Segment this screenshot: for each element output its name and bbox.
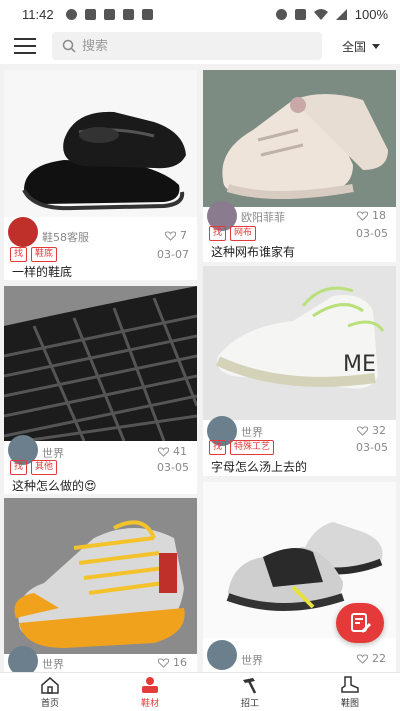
top-bar: 全国 <box>0 28 400 64</box>
post-image <box>4 70 197 217</box>
tag-badge[interactable]: 找 <box>209 226 227 241</box>
post-title: 这种网布谁家有 <box>211 245 296 259</box>
author-name[interactable]: 世界 <box>241 424 263 440</box>
like-count[interactable]: 18 <box>357 209 386 222</box>
feed-card[interactable]: 欧阳菲菲 18 找 网布 03-05 这种网布谁家有 <box>203 70 396 262</box>
search-input[interactable] <box>82 38 312 54</box>
like-count[interactable]: 16 <box>158 656 187 669</box>
author-name[interactable]: 鞋58客服 <box>42 229 89 245</box>
post-title: 这种怎么做的😍 <box>12 479 97 493</box>
tab-jobs[interactable]: 招工 <box>200 673 300 711</box>
post-image <box>4 286 197 441</box>
tiktok-icon <box>103 8 115 20</box>
heart-icon <box>158 657 169 668</box>
feed-card[interactable]: 世界 22 <box>203 482 396 672</box>
tiktok-icon-2 <box>122 8 134 20</box>
wifi-icon <box>313 8 328 20</box>
post-date: 03-07 <box>157 248 189 261</box>
tab-label: 招工 <box>240 698 259 709</box>
like-count[interactable]: 41 <box>158 445 187 458</box>
tag-badge[interactable]: 鞋底 <box>31 247 58 262</box>
notification-icons <box>65 8 153 20</box>
dnd-icon <box>275 8 287 20</box>
avatar[interactable] <box>8 217 38 247</box>
heart-icon <box>158 446 169 457</box>
bottom-tab-bar: 首页 鞋材 招工 鞋图 <box>0 672 400 711</box>
author-name[interactable]: 欧阳菲菲 <box>241 209 285 225</box>
search-box[interactable] <box>52 32 322 60</box>
region-label: 全国 <box>342 40 367 54</box>
chevron-down-icon <box>372 44 381 49</box>
feed-card[interactable]: 鞋58客服 7 找 鞋底 03-07 一样的鞋底 <box>4 70 197 280</box>
feed-card[interactable]: 世界 16 <box>4 498 197 672</box>
author-name[interactable]: 世界 <box>42 656 64 672</box>
like-count[interactable]: 7 <box>165 229 187 242</box>
boot-icon <box>341 675 359 693</box>
app-icon <box>141 8 153 20</box>
feed-card[interactable]: 世界 41 找 其他 03-05 这种怎么做的😍 <box>4 286 197 494</box>
heart-icon <box>165 230 176 241</box>
region-selector[interactable]: 全国 <box>342 38 381 55</box>
edit-note-icon <box>351 613 371 633</box>
avatar[interactable] <box>8 646 38 672</box>
tab-home[interactable]: 首页 <box>0 673 100 711</box>
tag-badge[interactable]: 网布 <box>230 226 257 241</box>
search-icon <box>62 39 76 53</box>
author-name[interactable]: 世界 <box>42 445 64 461</box>
tag-badge[interactable]: 找 <box>10 460 28 475</box>
message-icon <box>65 8 77 20</box>
post-image <box>203 70 396 207</box>
tab-label: 鞋图 <box>340 698 359 709</box>
post-title: 字母怎么汤上去的 <box>211 460 308 474</box>
post-image <box>4 498 197 654</box>
vibrate-icon <box>294 8 306 20</box>
post-date: 03-05 <box>356 441 388 454</box>
tab-label: 首页 <box>40 698 59 709</box>
battery-percent: 100% <box>354 6 388 22</box>
like-count[interactable]: 32 <box>357 424 386 437</box>
post-date: 03-05 <box>157 461 189 474</box>
heart-icon <box>357 425 368 436</box>
avatar[interactable] <box>207 640 237 670</box>
compose-button[interactable] <box>336 603 384 643</box>
tag-badge[interactable]: 其他 <box>31 460 58 475</box>
feed-card[interactable]: ME 世界 32 找 特殊工艺 03-05 字母怎么汤上去的 <box>203 266 396 476</box>
heart-icon <box>357 653 368 664</box>
tab-label: 鞋材 <box>140 698 159 709</box>
heart-icon <box>357 210 368 221</box>
mail-icon <box>84 8 96 20</box>
home-icon <box>41 676 59 694</box>
tag-badge[interactable]: 特殊工艺 <box>230 440 275 455</box>
tab-shoe-images[interactable]: 鞋图 <box>300 673 400 711</box>
post-title: 一样的鞋底 <box>12 265 73 279</box>
svg-text:ME: ME <box>343 352 376 377</box>
hammer-icon <box>243 677 257 694</box>
status-bar: 11:42 100% <box>0 0 400 28</box>
tag-badge[interactable]: 找 <box>10 247 28 262</box>
materials-icon <box>142 676 158 693</box>
menu-icon[interactable] <box>14 38 36 54</box>
post-image: ME <box>203 266 396 420</box>
tab-materials[interactable]: 鞋材 <box>100 673 200 711</box>
author-name[interactable]: 世界 <box>241 652 263 668</box>
like-count[interactable]: 22 <box>357 652 386 665</box>
signal-icon <box>335 8 347 20</box>
post-date: 03-05 <box>356 227 388 240</box>
status-time: 11:42 <box>22 6 54 22</box>
tag-badge[interactable]: 找 <box>209 440 227 455</box>
